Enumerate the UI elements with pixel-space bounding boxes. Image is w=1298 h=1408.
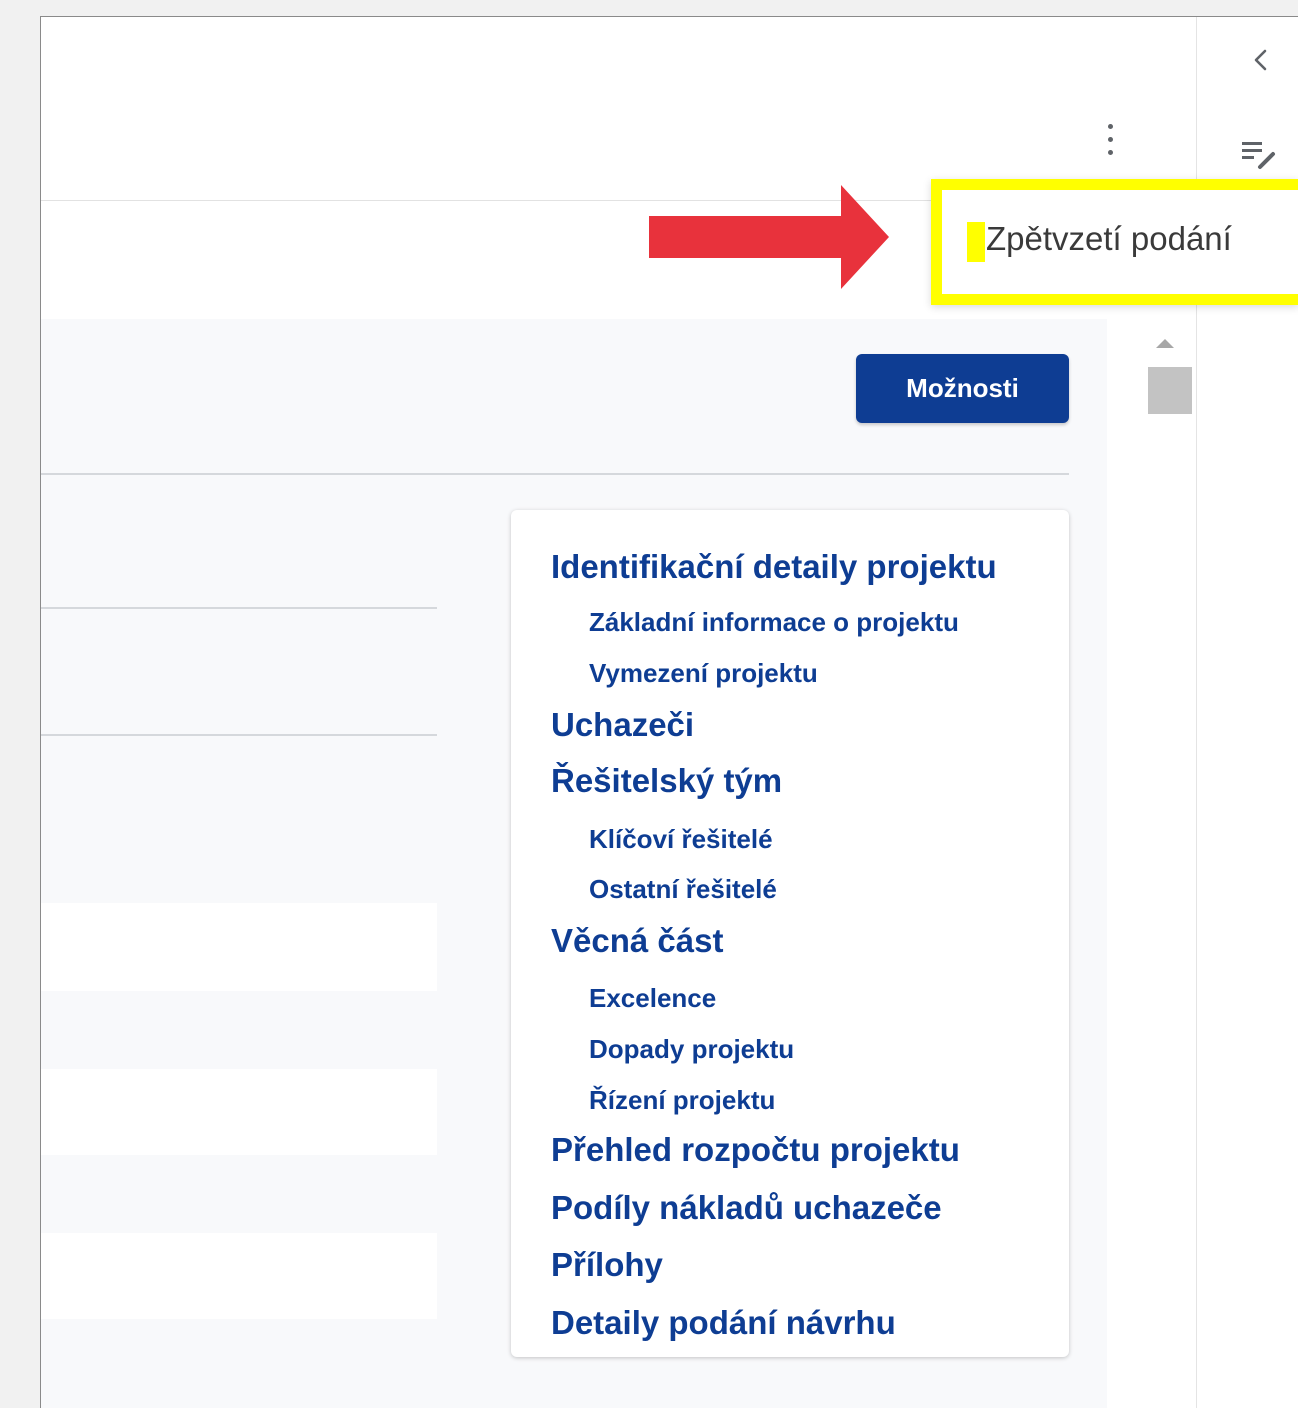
toc-item-prehled-rozpoctu[interactable]: Přehled rozpočtu projektu [551, 1131, 960, 1169]
table-row [41, 1233, 437, 1319]
toc-item-klicovi-resitele[interactable]: Klíčoví řešitelé [589, 824, 773, 855]
edit-notes-icon[interactable] [1240, 137, 1280, 171]
withdraw-submission-menu-item[interactable]: Zpětvzetí podání [931, 179, 1298, 305]
field-underline [41, 734, 437, 736]
toc-item-dopady-projektu[interactable]: Dopady projektu [589, 1034, 794, 1065]
toc-item-detaily-podani[interactable]: Detaily podání návrhu [551, 1304, 896, 1342]
scrollbar-thumb[interactable] [1148, 367, 1192, 414]
toc-item-rizeni-projektu[interactable]: Řízení projektu [589, 1085, 775, 1116]
scroll-up-arrow-icon[interactable] [1156, 339, 1174, 348]
table-row [41, 903, 437, 991]
withdraw-submission-label: Zpětvzetí podání [986, 220, 1232, 257]
section-divider [41, 473, 1069, 475]
more-vertical-icon[interactable] [1101, 122, 1121, 158]
toc-item-uchazeci[interactable]: Uchazeči [551, 706, 694, 744]
options-button[interactable]: Možnosti [856, 354, 1069, 423]
field-underline [41, 607, 437, 609]
toc-item-vecna-cast[interactable]: Věcná část [551, 922, 723, 960]
toc-item-prilohy[interactable]: Přílohy [551, 1246, 663, 1284]
table-of-contents: Identifikační detaily projektu Základní … [511, 510, 1069, 1357]
toc-item-identifikacni-detaily[interactable]: Identifikační detaily projektu [551, 548, 997, 586]
toc-item-ostatni-resitele[interactable]: Ostatní řešitelé [589, 874, 777, 905]
toc-item-podily-nakladu[interactable]: Podíly nákladů uchazeče [551, 1189, 942, 1227]
toc-item-vymezeni-projektu[interactable]: Vymezení projektu [589, 658, 818, 689]
table-row [41, 1069, 437, 1155]
chevron-left-icon[interactable] [1248, 45, 1274, 75]
toc-item-resitelsky-tym[interactable]: Řešitelský tým [551, 762, 782, 800]
app-window: Možnosti Identifikační detaily projektu … [40, 16, 1298, 1408]
toc-item-zakladni-informace[interactable]: Základní informace o projektu [589, 607, 959, 638]
text-cursor-highlight [967, 222, 985, 262]
red-arrow [649, 185, 889, 289]
toc-item-excelence[interactable]: Excelence [589, 983, 716, 1014]
